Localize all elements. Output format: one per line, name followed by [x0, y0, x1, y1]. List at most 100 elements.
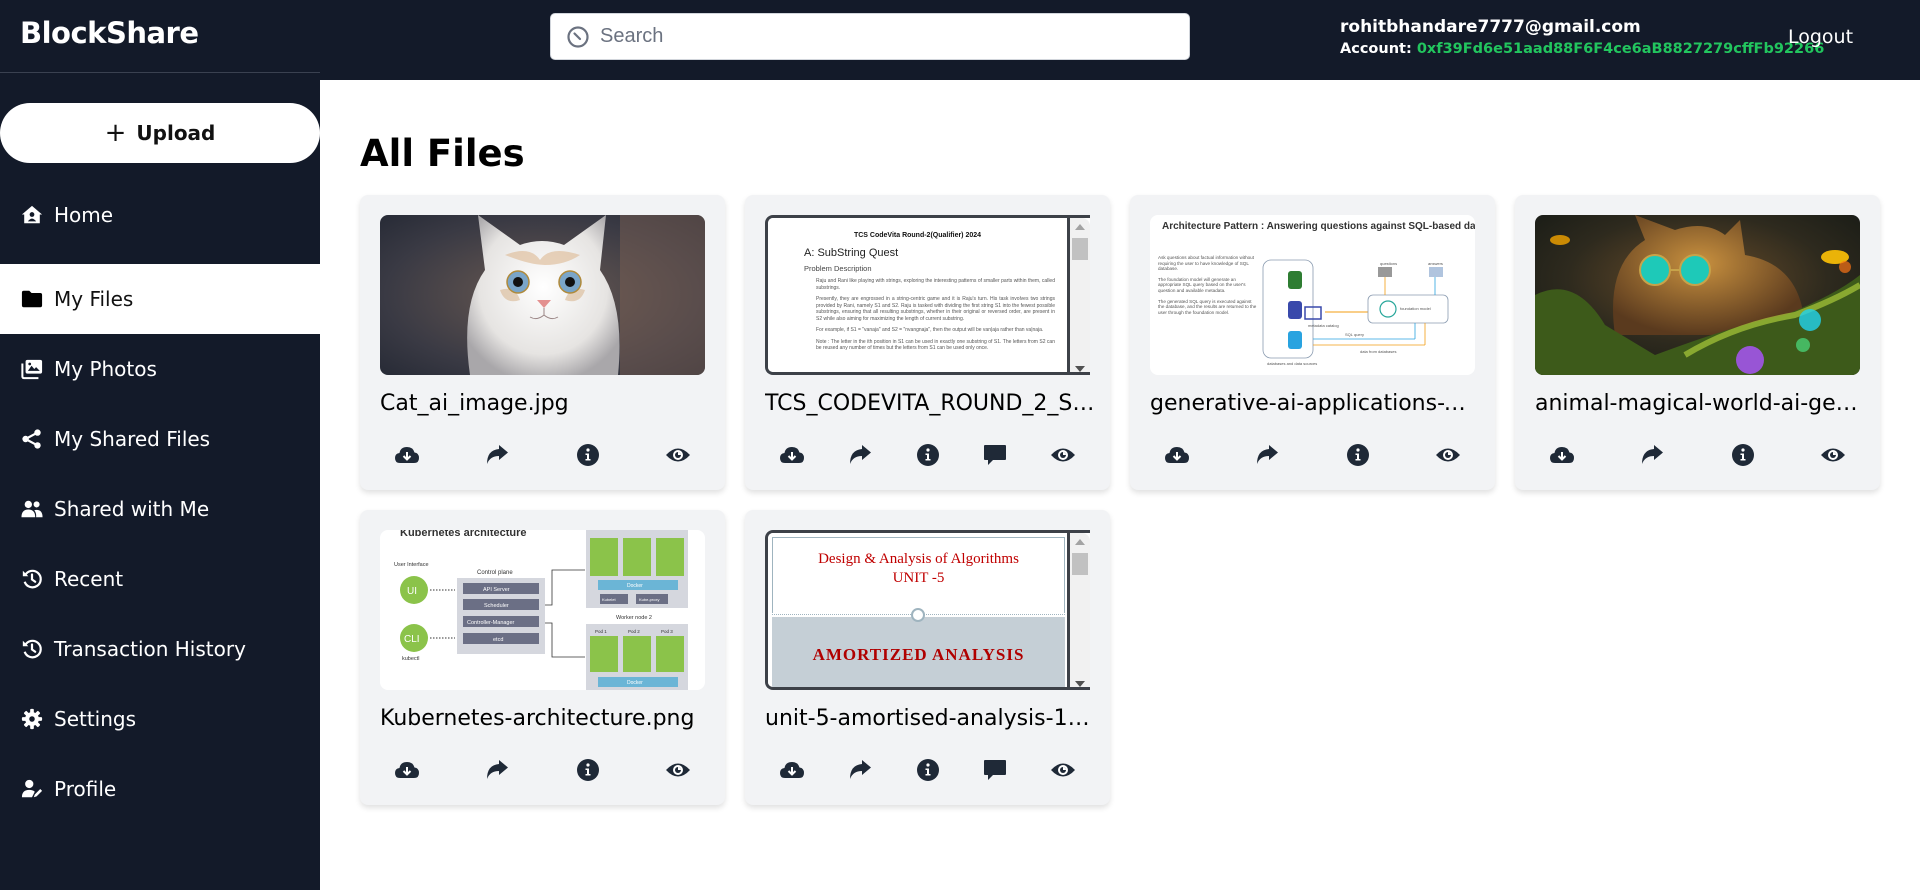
- diagram-label: Kube-proxy: [639, 597, 659, 602]
- file-card[interactable]: animal-magical-world-ai-gen...: [1515, 195, 1880, 490]
- diagram-title: Kubernetes architecture: [400, 530, 527, 539]
- download-cloud-icon[interactable]: [1549, 443, 1575, 467]
- share-arrow-icon[interactable]: [1254, 443, 1280, 467]
- sidebar-item-my-files[interactable]: My Files: [0, 264, 320, 334]
- diagram-label: data from databases: [1360, 349, 1396, 354]
- brand-divider: [0, 72, 320, 73]
- share-arrow-icon[interactable]: [847, 443, 873, 467]
- scroll-up-arrow[interactable]: [1075, 539, 1085, 545]
- comment-icon[interactable]: [982, 758, 1008, 782]
- sidebar-item-my-photos[interactable]: My Photos: [0, 334, 320, 404]
- pdf-title-line: UNIT -5: [892, 570, 945, 586]
- file-actions: [1150, 440, 1475, 470]
- file-name[interactable]: unit-5-amortised-analysis-1.pdf: [765, 706, 1095, 731]
- info-icon[interactable]: [1345, 443, 1371, 467]
- share-arrow-icon[interactable]: [1639, 443, 1665, 467]
- sidebar-item-home[interactable]: Home: [0, 180, 320, 250]
- eye-icon[interactable]: [1435, 443, 1461, 467]
- file-card[interactable]: Design & Analysis of Algorithms UNIT -5 …: [745, 510, 1110, 805]
- file-thumbnail[interactable]: [380, 215, 705, 375]
- diagram-label: Pod 3: [661, 629, 673, 634]
- gear-icon: [20, 708, 44, 730]
- eye-icon[interactable]: [1050, 443, 1076, 467]
- pdf-page: Design & Analysis of Algorithms UNIT -5 …: [768, 533, 1070, 687]
- eye-icon[interactable]: [665, 443, 691, 467]
- scroll-down-arrow[interactable]: [1075, 681, 1085, 687]
- eye-icon[interactable]: [1820, 443, 1846, 467]
- info-icon[interactable]: [575, 443, 601, 467]
- scroll-thumb[interactable]: [1072, 553, 1088, 575]
- file-card[interactable]: Architecture Pattern : Answering questio…: [1130, 195, 1495, 490]
- diagram-label: User Interface: [394, 562, 429, 568]
- pdf-ornament: [911, 608, 925, 622]
- pdf-subtitle: Problem Description: [804, 264, 872, 273]
- pdf-header: TCS CodeVita Round-2(Qualifier) 2024: [853, 232, 982, 239]
- scroll-thumb[interactable]: [1072, 238, 1088, 260]
- download-cloud-icon[interactable]: [779, 758, 805, 782]
- sidebar-item-label: Home: [54, 203, 114, 227]
- brand-logo[interactable]: BlockShare: [20, 16, 199, 50]
- file-name[interactable]: generative-ai-applications-V2...: [1150, 391, 1480, 416]
- download-cloud-icon[interactable]: [1164, 443, 1190, 467]
- pdf-heading: AMORTIZED ANALYSIS: [772, 617, 1065, 687]
- diagram-bullet: Ask questions about factual information …: [1158, 255, 1255, 272]
- file-card[interactable]: TCS CodeVita Round-2(Qualifier) 2024 A: …: [745, 195, 1110, 490]
- file-thumbnail[interactable]: Architecture Pattern : Answering questio…: [1150, 215, 1475, 375]
- sidebar-item-settings[interactable]: Settings: [0, 684, 320, 754]
- diagram-label: foundation model: [1400, 306, 1431, 311]
- eye-icon[interactable]: [665, 758, 691, 782]
- database-icon: [1288, 301, 1302, 319]
- share-arrow-icon[interactable]: [847, 758, 873, 782]
- eye-icon[interactable]: [1050, 758, 1076, 782]
- scroll-up-arrow[interactable]: [1075, 224, 1085, 230]
- file-name[interactable]: Cat_ai_image.jpg: [380, 391, 710, 416]
- file-actions: [765, 755, 1090, 785]
- main-content: All Files Cat_ai_image.jpg TCS CodeVita …: [320, 80, 1920, 890]
- search-box[interactable]: [550, 13, 1190, 60]
- pdf-scrollbar[interactable]: [1070, 533, 1090, 687]
- search-icon: [566, 25, 590, 49]
- file-card[interactable]: Cat_ai_image.jpg: [360, 195, 725, 490]
- download-cloud-icon[interactable]: [394, 443, 420, 467]
- diagram-label: Scheduler: [484, 603, 509, 609]
- file-thumbnail[interactable]: Kubernetes architecture User Interface U…: [380, 530, 705, 690]
- comment-icon[interactable]: [982, 443, 1008, 467]
- share-arrow-icon[interactable]: [484, 443, 510, 467]
- file-name[interactable]: TCS_CODEVITA_ROUND_2_SO...: [765, 391, 1095, 416]
- info-icon[interactable]: [915, 443, 941, 467]
- diagram-label: answers: [1428, 261, 1443, 266]
- file-name[interactable]: Kubernetes-architecture.png: [380, 706, 710, 731]
- sidebar-item-transaction-history[interactable]: Transaction History: [0, 614, 320, 684]
- sidebar-item-recent[interactable]: Recent: [0, 544, 320, 614]
- file-thumbnail[interactable]: [1535, 215, 1860, 375]
- account-address: 0xf39Fd6e51aad88F6F4ce6aB8827279cffFb922…: [1416, 41, 1825, 57]
- download-cloud-icon[interactable]: [394, 758, 420, 782]
- diagram-label: Pod 1: [595, 629, 607, 634]
- logout-button[interactable]: Logout: [1788, 26, 1853, 48]
- pdf-preview[interactable]: TCS CodeVita Round-2(Qualifier) 2024 A: …: [765, 215, 1090, 375]
- history-icon: [20, 638, 44, 660]
- page-title: All Files: [360, 132, 525, 175]
- sidebar-item-shared-with-me[interactable]: Shared with Me: [0, 474, 320, 544]
- plus-icon: +: [104, 118, 127, 148]
- account-info: rohitbhandare7777@gmail.com Account: 0xf…: [1340, 16, 1824, 60]
- diagram-label: SQL query: [1345, 332, 1364, 337]
- search-input[interactable]: [600, 25, 1160, 48]
- sidebar-item-label: My Shared Files: [54, 427, 211, 451]
- file-name[interactable]: animal-magical-world-ai-gen...: [1535, 391, 1865, 416]
- pdf-scrollbar[interactable]: [1070, 218, 1090, 372]
- pdf-preview[interactable]: Design & Analysis of Algorithms UNIT -5 …: [765, 530, 1090, 690]
- file-actions: [380, 755, 705, 785]
- sidebar-item-profile[interactable]: Profile: [0, 754, 320, 824]
- file-card[interactable]: Kubernetes architecture User Interface U…: [360, 510, 725, 805]
- scroll-down-arrow[interactable]: [1075, 366, 1085, 372]
- upload-button[interactable]: + Upload: [0, 103, 320, 163]
- pdf-title-line: Design & Analysis of Algorithms: [818, 551, 1019, 567]
- info-icon[interactable]: [575, 758, 601, 782]
- sidebar-item-my-shared-files[interactable]: My Shared Files: [0, 404, 320, 474]
- download-cloud-icon[interactable]: [779, 443, 805, 467]
- share-arrow-icon[interactable]: [484, 758, 510, 782]
- info-icon[interactable]: [915, 758, 941, 782]
- pdf-paragraph: Presently, they are engrossed in a strin…: [816, 296, 1055, 322]
- info-icon[interactable]: [1730, 443, 1756, 467]
